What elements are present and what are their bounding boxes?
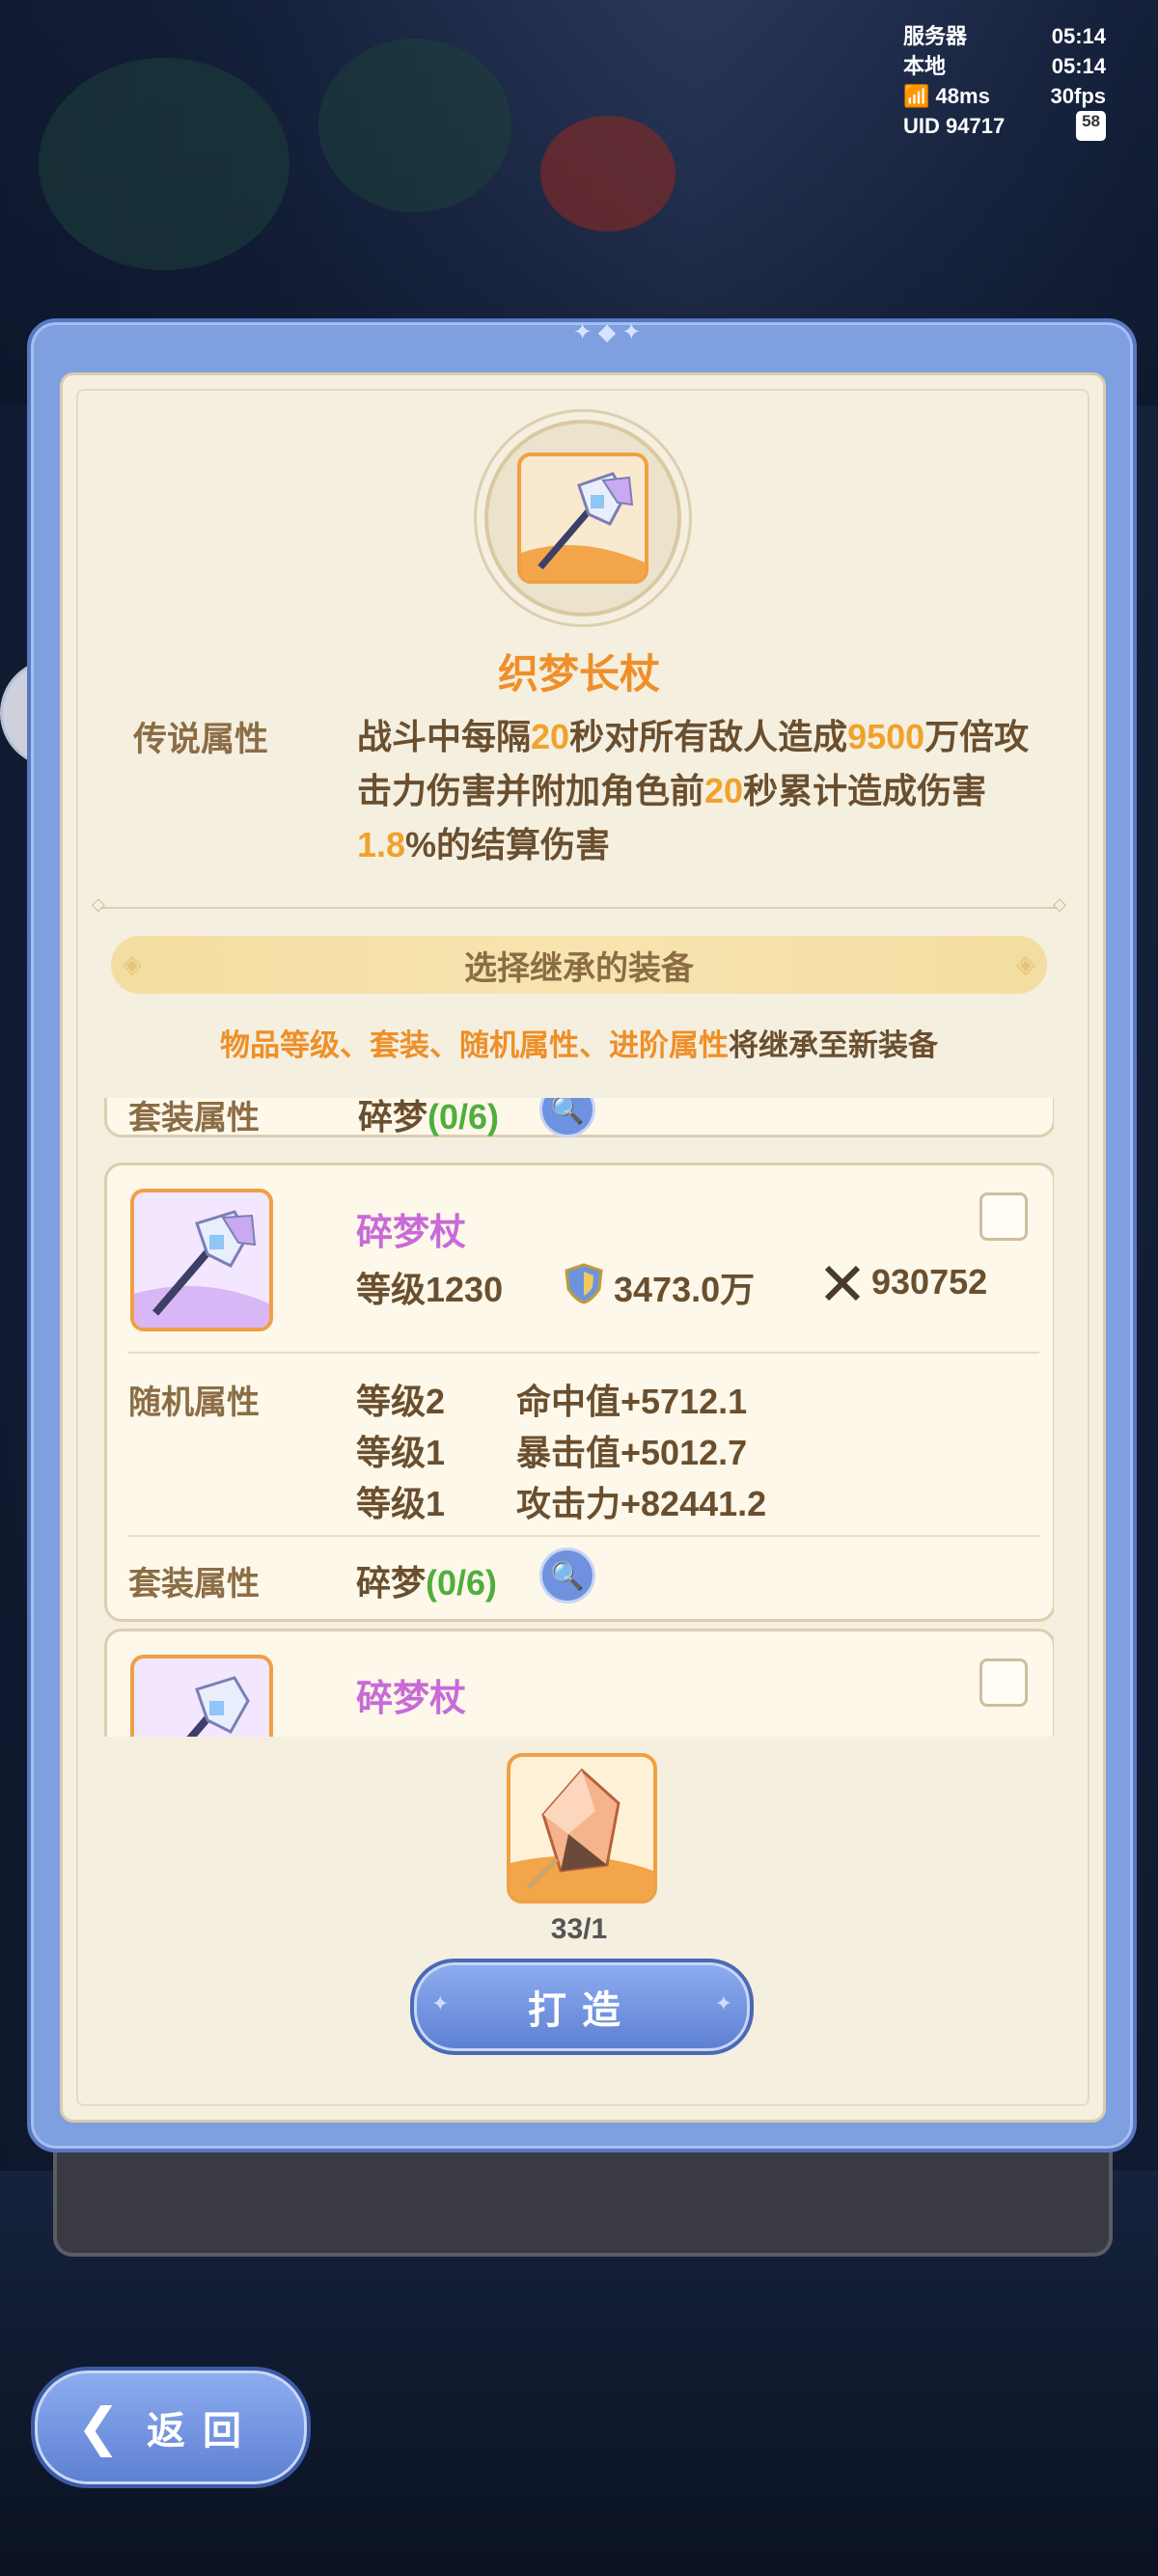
staff-icon bbox=[186, 1676, 250, 1737]
back-button-label: 返回 bbox=[147, 2410, 259, 2453]
button-ornament-icon: ✦ bbox=[714, 1991, 732, 2015]
equipment-icon bbox=[130, 1655, 273, 1737]
section-title: 选择继承的装备 bbox=[464, 949, 694, 987]
section-divider bbox=[92, 894, 1066, 915]
ping-value: 48ms bbox=[935, 84, 990, 108]
inherit-section-banner: ◈ 选择继承的装备 ◈ bbox=[111, 936, 1047, 994]
legend-duration-value: 20 bbox=[704, 771, 744, 810]
set-detail-zoom-button[interactable]: 🔍 bbox=[539, 1548, 595, 1603]
legend-text-part: 秒对所有敌人造成 bbox=[569, 717, 848, 756]
equipment-level: 等级1230 bbox=[356, 1270, 504, 1309]
crossed-swords-icon bbox=[824, 1265, 861, 1302]
set-attribute-label: 套装属性 bbox=[128, 1100, 260, 1137]
server-time: 05:14 bbox=[1051, 24, 1106, 48]
wifi-icon: 📶 bbox=[903, 84, 930, 108]
set-name-text: 碎梦 bbox=[358, 1098, 428, 1137]
card-divider bbox=[128, 1352, 1039, 1354]
local-label: 本地 bbox=[903, 54, 947, 78]
shield-icon bbox=[565, 1263, 603, 1304]
banner-ornament-icon: ◈ bbox=[123, 949, 142, 978]
random-stat-value: 攻击力+82441.2 bbox=[516, 1484, 767, 1523]
item-title: 织梦长杖 bbox=[497, 651, 660, 697]
material-count: 33/1 bbox=[550, 1913, 608, 1945]
random-stat-level: 等级1 bbox=[356, 1484, 446, 1523]
legend-text-part: 秒累计造成伤害 bbox=[743, 771, 987, 810]
staff-icon bbox=[521, 472, 645, 580]
equipment-list[interactable]: 套装属性 碎梦(0/6) 🔍 碎梦杖 等级1230 3473.0万 930752 bbox=[104, 1098, 1054, 1737]
legendary-attribute-label: 传说属性 bbox=[133, 721, 269, 758]
equipment-name: 碎梦杖 bbox=[356, 1213, 467, 1253]
weapon-icon[interactable] bbox=[517, 452, 648, 584]
equipment-card-partial[interactable]: 套装属性 碎梦(0/6) 🔍 bbox=[104, 1098, 1054, 1137]
inherit-note: 物品等级、套装、随机属性、进阶属性将继承至新装备 bbox=[96, 1021, 1062, 1064]
background-tree bbox=[39, 58, 290, 270]
server-label: 服务器 bbox=[903, 24, 968, 48]
button-ornament-icon: ✦ bbox=[431, 1991, 450, 2015]
background-lantern bbox=[540, 116, 676, 232]
crystal-ore-icon bbox=[510, 1768, 653, 1900]
random-stat-value: 暴击值+5012.7 bbox=[516, 1433, 748, 1472]
legend-text-part: 战斗中每隔 bbox=[357, 717, 532, 756]
random-stat-value: 命中值+5712.1 bbox=[516, 1382, 748, 1421]
forge-button-label: 打造 bbox=[528, 1989, 636, 2032]
frame-ornament: ✦◆✦ bbox=[572, 319, 648, 345]
inherit-note-rest: 将继承至新装备 bbox=[729, 1028, 938, 1062]
set-name: 碎梦(0/6) bbox=[356, 1555, 497, 1605]
equipment-card-partial[interactable]: 碎梦杖 bbox=[104, 1629, 1054, 1737]
forge-material-slot[interactable] bbox=[507, 1753, 657, 1904]
system-status: 服务器 05:14 本地 05:14 📶 48ms 30fps UID 94717 58 bbox=[903, 21, 1106, 141]
local-time: 05:14 bbox=[1051, 54, 1106, 78]
inherit-note-highlight: 物品等级、套装、随机属性、进阶属性 bbox=[220, 1028, 729, 1062]
random-stat-level: 等级1 bbox=[356, 1433, 446, 1472]
battery-icon: 58 bbox=[1076, 111, 1106, 141]
forge-button[interactable]: ✦ 打造 ✦ bbox=[410, 1959, 754, 2055]
equipment-card[interactable]: 碎梦杖 等级1230 3473.0万 930752 随机属性 等级2 命中值+5… bbox=[104, 1163, 1054, 1622]
random-stat-level: 等级2 bbox=[356, 1382, 446, 1421]
legend-interval-value: 20 bbox=[531, 717, 570, 756]
equipment-icon bbox=[130, 1189, 273, 1331]
staff-icon bbox=[134, 1210, 269, 1328]
panel-base-shadow bbox=[53, 2137, 1113, 2257]
weapon-medallion bbox=[484, 420, 681, 617]
random-attribute-label: 随机属性 bbox=[128, 1384, 260, 1421]
legend-damage-value: 9500 bbox=[847, 717, 925, 756]
background-tree bbox=[318, 39, 511, 212]
back-button[interactable]: ❮ 返回 bbox=[31, 2367, 311, 2488]
card-divider bbox=[128, 1535, 1039, 1537]
legendary-attribute-text: 战斗中每隔20秒对所有敌人造成9500万倍攻击力伤害并附加角色前20秒累计造成伤… bbox=[357, 710, 1052, 872]
legend-percent-value: 1.8 bbox=[357, 825, 406, 864]
uid-value: UID 94717 bbox=[903, 114, 1006, 138]
defense-value: 3473.0万 bbox=[614, 1270, 756, 1309]
select-checkbox[interactable] bbox=[979, 1658, 1028, 1707]
set-name: 碎梦(0/6) bbox=[358, 1098, 499, 1139]
set-attribute-label: 套装属性 bbox=[128, 1566, 260, 1603]
attack-value: 930752 bbox=[871, 1262, 988, 1302]
banner-ornament-icon: ◈ bbox=[1016, 949, 1035, 978]
back-arrow-icon: ❮ bbox=[76, 2398, 121, 2456]
select-checkbox[interactable] bbox=[979, 1192, 1028, 1241]
set-name-text: 碎梦 bbox=[356, 1563, 427, 1603]
set-detail-zoom-button[interactable]: 🔍 bbox=[539, 1098, 595, 1137]
set-progress: (0/6) bbox=[427, 1098, 500, 1137]
magnifier-icon: 🔍 bbox=[550, 1560, 585, 1591]
legend-text-part: %的结算伤害 bbox=[405, 825, 611, 864]
equipment-name: 碎梦杖 bbox=[356, 1679, 467, 1719]
fps-value: 30fps bbox=[1050, 84, 1106, 108]
magnifier-icon: 🔍 bbox=[550, 1098, 585, 1125]
set-progress: (0/6) bbox=[426, 1563, 498, 1603]
